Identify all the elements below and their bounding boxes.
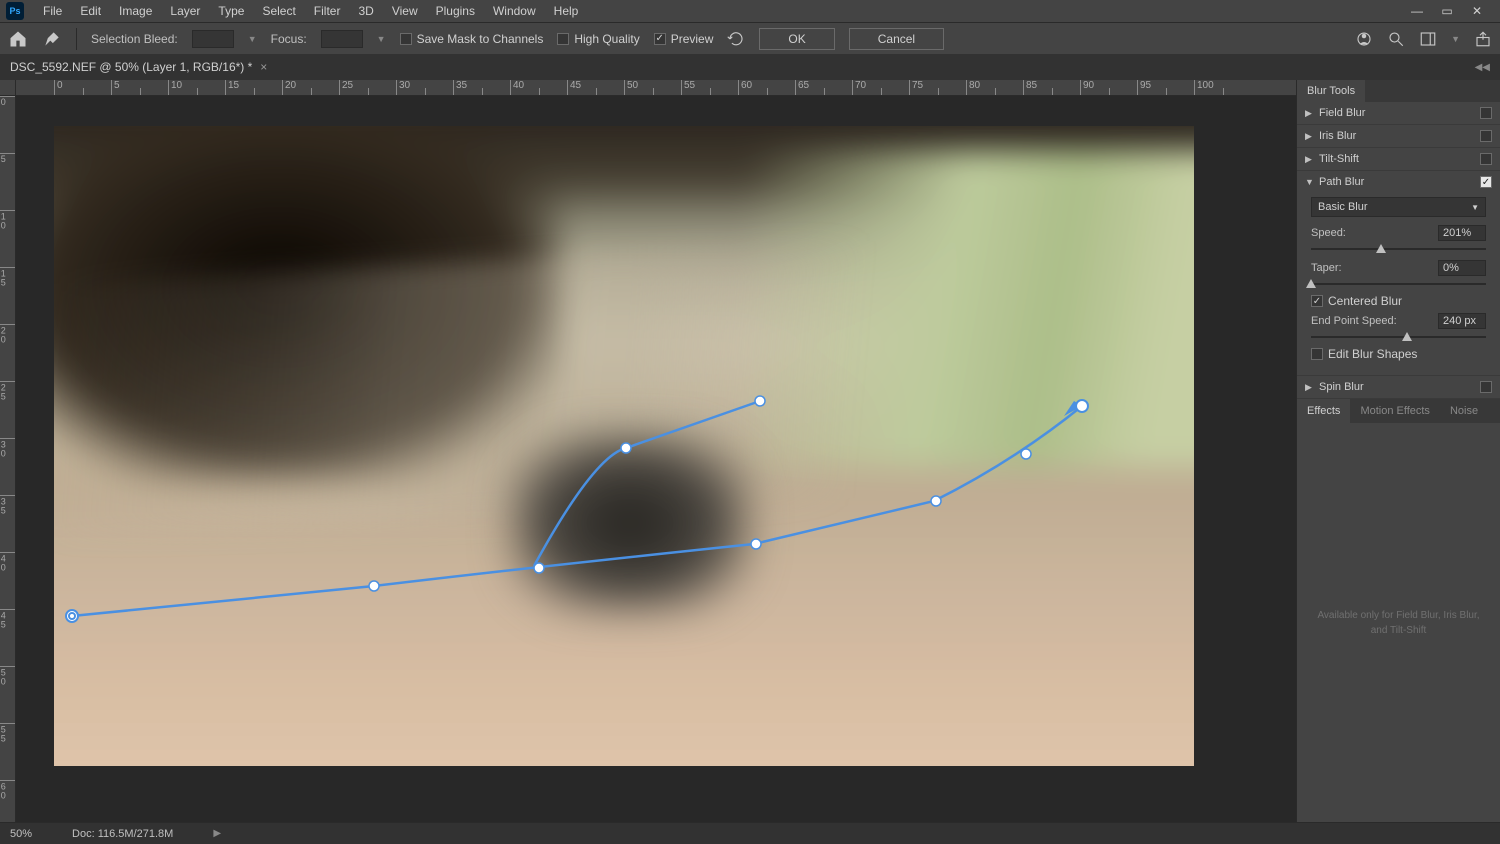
menu-layer[interactable]: Layer: [161, 0, 209, 22]
menu-help[interactable]: Help: [545, 0, 588, 22]
taper-slider[interactable]: [1311, 278, 1486, 290]
tool-icon[interactable]: [42, 29, 62, 49]
menu-filter[interactable]: Filter: [305, 0, 350, 22]
spin-blur-section: ▶ Spin Blur: [1297, 376, 1500, 399]
effects-subtabs: Effects Motion Effects Noise: [1297, 399, 1500, 423]
centered-blur-checkbox[interactable]: Centered Blur: [1311, 294, 1486, 308]
iris-blur-header[interactable]: ▶ Iris Blur: [1297, 125, 1500, 147]
menu-plugins[interactable]: Plugins: [427, 0, 484, 22]
selection-bleed-label: Selection Bleed:: [91, 32, 178, 46]
preview-checkbox[interactable]: Preview: [654, 32, 714, 46]
tilt-shift-header[interactable]: ▶ Tilt-Shift: [1297, 148, 1500, 170]
spin-blur-header[interactable]: ▶ Spin Blur: [1297, 376, 1500, 398]
field-blur-header[interactable]: ▶ Field Blur: [1297, 102, 1500, 124]
chevron-right-icon: ▶: [1305, 154, 1313, 165]
tab-noise[interactable]: Noise: [1440, 399, 1488, 423]
tab-effects[interactable]: Effects: [1297, 399, 1350, 423]
menu-file[interactable]: File: [34, 0, 71, 22]
menu-edit[interactable]: Edit: [71, 0, 110, 22]
endpoint-speed-label: End Point Speed:: [1311, 315, 1438, 327]
chevron-right-icon: ▶: [1305, 131, 1313, 142]
share-icon[interactable]: [1474, 30, 1492, 48]
horizontal-ruler: 0510152025303540455055606570758085909510…: [16, 80, 1296, 96]
panel-tab-blur-tools[interactable]: Blur Tools: [1297, 80, 1365, 102]
vertical-ruler: 0510152025303540455055606570758085909510…: [0, 96, 16, 822]
focus-input[interactable]: [321, 30, 363, 48]
field-blur-section: ▶ Field Blur: [1297, 102, 1500, 125]
chevron-down-icon: ▼: [1471, 203, 1479, 212]
high-quality-checkbox[interactable]: High Quality: [557, 32, 639, 46]
speed-input[interactable]: [1438, 225, 1486, 241]
minimize-icon[interactable]: —: [1408, 4, 1426, 18]
app-logo[interactable]: Ps: [6, 2, 24, 20]
tab-motion-effects[interactable]: Motion Effects: [1350, 399, 1440, 423]
path-blur-section: ▼ Path Blur Basic Blur ▼ Speed: T: [1297, 171, 1500, 376]
taper-input[interactable]: [1438, 260, 1486, 276]
chevron-right-icon: ▶: [1305, 108, 1313, 119]
cloud-icon[interactable]: [1355, 30, 1373, 48]
workspace-icon[interactable]: [1419, 30, 1437, 48]
iris-blur-toggle[interactable]: [1480, 130, 1492, 142]
effects-placeholder: Available only for Field Blur, Iris Blur…: [1297, 423, 1500, 822]
selection-bleed-input[interactable]: [192, 30, 234, 48]
focus-label: Focus:: [271, 32, 307, 46]
speed-slider[interactable]: [1311, 243, 1486, 255]
tab-close-icon[interactable]: ×: [260, 60, 267, 74]
ruler-corner: [0, 80, 16, 96]
zoom-level[interactable]: 50%: [10, 828, 32, 840]
doc-info-chevron-icon[interactable]: ▶: [213, 828, 221, 839]
cancel-button[interactable]: Cancel: [849, 28, 944, 50]
iris-blur-section: ▶ Iris Blur: [1297, 125, 1500, 148]
tilt-shift-toggle[interactable]: [1480, 153, 1492, 165]
menu-3d[interactable]: 3D: [349, 0, 382, 22]
field-blur-toggle[interactable]: [1480, 107, 1492, 119]
document-tab-bar: DSC_5592.NEF @ 50% (Layer 1, RGB/16*) * …: [0, 54, 1500, 80]
chevron-right-icon: ▶: [1305, 382, 1313, 393]
path-blur-header[interactable]: ▼ Path Blur: [1297, 171, 1500, 193]
menu-bar: Ps FileEditImageLayerTypeSelectFilter3DV…: [0, 0, 1500, 22]
document-tab-title: DSC_5592.NEF @ 50% (Layer 1, RGB/16*) *: [10, 60, 252, 74]
status-bar: 50% Doc: 116.5M/271.8M ▶: [0, 822, 1500, 844]
document-tab[interactable]: DSC_5592.NEF @ 50% (Layer 1, RGB/16*) * …: [0, 54, 277, 80]
close-icon[interactable]: ✕: [1468, 4, 1486, 18]
taper-label: Taper:: [1311, 262, 1438, 274]
doc-info: Doc: 116.5M/271.8M: [72, 828, 173, 840]
speed-label: Speed:: [1311, 227, 1438, 239]
save-mask-checkbox[interactable]: Save Mask to Channels: [400, 32, 544, 46]
home-icon[interactable]: [8, 29, 28, 49]
blur-tools-panel: Blur Tools ▶ Field Blur ▶ Iris Blur ▶ Ti…: [1296, 80, 1500, 822]
path-blur-toggle[interactable]: [1480, 176, 1492, 188]
ok-button[interactable]: OK: [759, 28, 834, 50]
maximize-icon[interactable]: ▭: [1438, 4, 1456, 18]
edit-blur-shapes-checkbox[interactable]: Edit Blur Shapes: [1311, 347, 1486, 361]
tilt-shift-section: ▶ Tilt-Shift: [1297, 148, 1500, 171]
search-icon[interactable]: [1387, 30, 1405, 48]
canvas-area: 0510152025303540455055606570758085909510…: [0, 80, 1296, 822]
workspace: 0510152025303540455055606570758085909510…: [0, 80, 1500, 822]
menu-type[interactable]: Type: [209, 0, 253, 22]
canvas[interactable]: [54, 126, 1194, 766]
options-bar: Selection Bleed: ▼ Focus: ▼ Save Mask to…: [0, 22, 1500, 54]
menu-image[interactable]: Image: [110, 0, 161, 22]
spin-blur-toggle[interactable]: [1480, 381, 1492, 393]
endpoint-speed-slider[interactable]: [1311, 331, 1486, 343]
canvas-viewport[interactable]: [16, 96, 1296, 822]
chevron-down-icon: ▼: [1305, 177, 1313, 187]
menu-select[interactable]: Select: [253, 0, 304, 22]
workspace-chevron-icon[interactable]: ▼: [1451, 34, 1460, 44]
menu-window[interactable]: Window: [484, 0, 545, 22]
blur-type-dropdown[interactable]: Basic Blur ▼: [1311, 197, 1486, 217]
window-controls: — ▭ ✕: [1408, 4, 1494, 18]
endpoint-speed-input[interactable]: [1438, 313, 1486, 329]
menu-view[interactable]: View: [383, 0, 427, 22]
expand-panels-icon[interactable]: ◀◀: [1475, 62, 1500, 73]
reset-icon[interactable]: [727, 30, 745, 48]
